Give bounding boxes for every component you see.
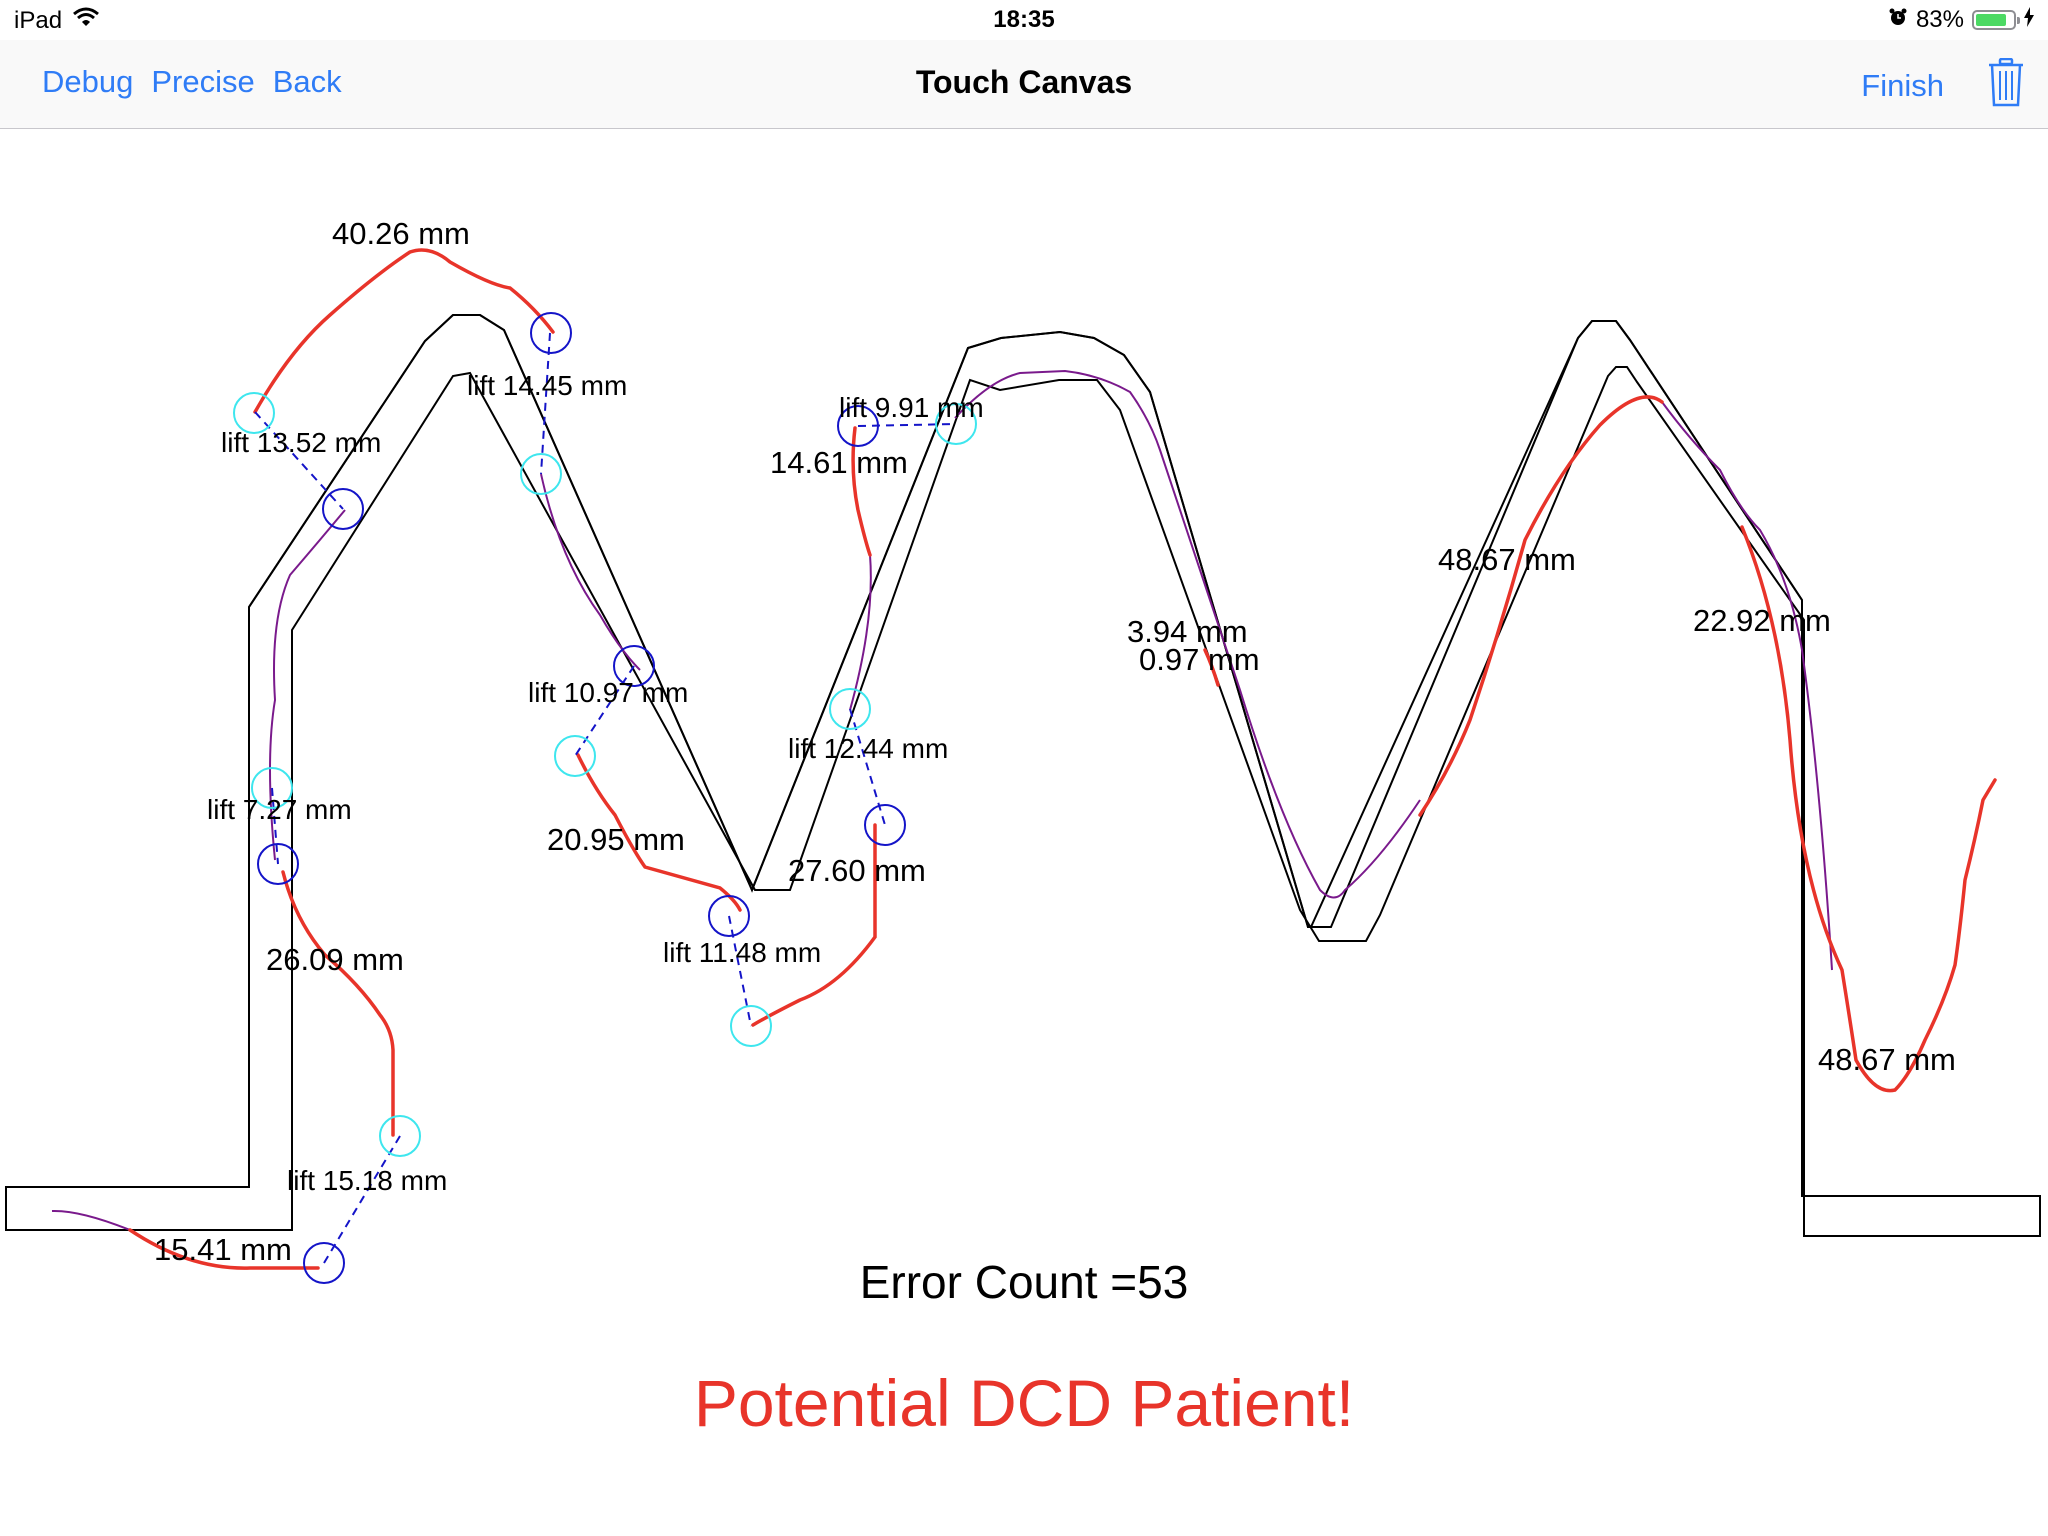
error-count: Error Count =53 (859, 1256, 1189, 1308)
lift-start-marker (864, 804, 906, 846)
trace-segment (1661, 401, 1833, 971)
segment-length-label: 26.09 mm (266, 942, 404, 977)
lift-distance-label: lift 15.18 mm (287, 1165, 447, 1196)
page-title: Touch Canvas (915, 64, 1133, 100)
status-bar: iPad 18:35 83% (0, 0, 2048, 40)
segment-length-label: 48.67 mm (1818, 1042, 1956, 1077)
status-right: 83% (1888, 6, 2034, 34)
segment-length-label: 22.92 mm (1693, 603, 1831, 638)
navigation-bar: Debug Precise Back Touch Canvas Finish (0, 40, 2048, 129)
lift-distance-label: lift 13.52 mm (221, 427, 381, 458)
segment-length-label: 40.26 mm (332, 216, 470, 251)
lift-distance-label: lift 7.27 mm (207, 794, 352, 825)
stroke-segment (281, 870, 395, 1137)
trace-segment (540, 473, 641, 671)
nav-right-buttons: Finish (1861, 57, 2024, 113)
battery-level (1976, 14, 2006, 26)
lift-distance-label: lift 11.48 mm (663, 937, 821, 968)
segment-length-label: 48.67 mm (1438, 542, 1576, 577)
battery-percent: 83% (1915, 6, 1964, 33)
lift-end-marker (554, 735, 596, 777)
lift-connector (857, 423, 957, 427)
status-time: 18:35 (993, 6, 1055, 33)
lift-distance-label: lift 14.45 mm (467, 370, 627, 401)
lift-connector (540, 332, 551, 475)
lift-start-marker (530, 312, 572, 354)
touch-canvas[interactable]: 40.26 mm 14.61 mm 20.95 mm 27.60 mm 26.0… (0, 129, 2048, 1536)
segment-length-label: 20.95 mm (547, 822, 685, 857)
lift-connector (849, 708, 886, 826)
red-strokes (128, 248, 1997, 1270)
lift-distance-label: lift 10.97 mm (528, 677, 688, 708)
alarm-icon (1888, 6, 1908, 34)
lift-distance-label: lift 9.91 mm (839, 392, 984, 423)
charging-icon (2024, 6, 2034, 34)
segment-length-label: 0.97 mm (1139, 642, 1260, 677)
battery-icon (1972, 10, 2020, 30)
lift-connector (323, 1135, 401, 1264)
diagnosis-verdict: Potential DCD Patient! (693, 1366, 1355, 1440)
lift-distance-label: lift 12.44 mm (788, 733, 948, 764)
finish-button[interactable]: Finish (1861, 68, 1944, 104)
segment-length-label: 14.61 mm (770, 445, 908, 480)
trace-segment (849, 554, 872, 711)
segment-length-label: 27.60 mm (788, 853, 926, 888)
trash-icon[interactable] (1988, 57, 2024, 113)
trace-segment (51, 1209, 131, 1231)
canvas-drawing: 40.26 mm 14.61 mm 20.95 mm 27.60 mm 26.0… (5, 216, 2041, 1284)
